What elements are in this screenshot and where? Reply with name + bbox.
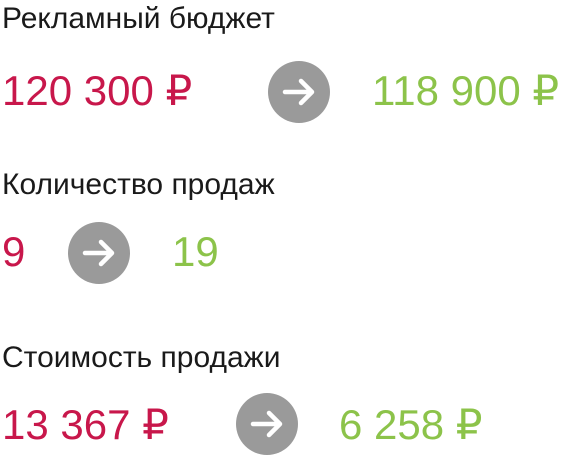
arrow-right-icon <box>68 222 130 284</box>
new-value: 118 900 ₽ <box>372 67 560 114</box>
new-value: 19 <box>172 228 219 275</box>
old-value: 120 300 ₽ <box>2 67 193 114</box>
metric-label: Стоимость продажи <box>2 341 281 374</box>
new-value: 6 258 ₽ <box>339 401 483 448</box>
old-value: 9 <box>2 228 26 275</box>
arrow-right-icon <box>236 393 298 455</box>
arrow-right-icon <box>268 61 330 123</box>
metric-label: Рекламный бюджет <box>2 2 275 35</box>
old-value: 13 367 ₽ <box>2 401 169 448</box>
metric-label: Количество продаж <box>2 168 275 201</box>
